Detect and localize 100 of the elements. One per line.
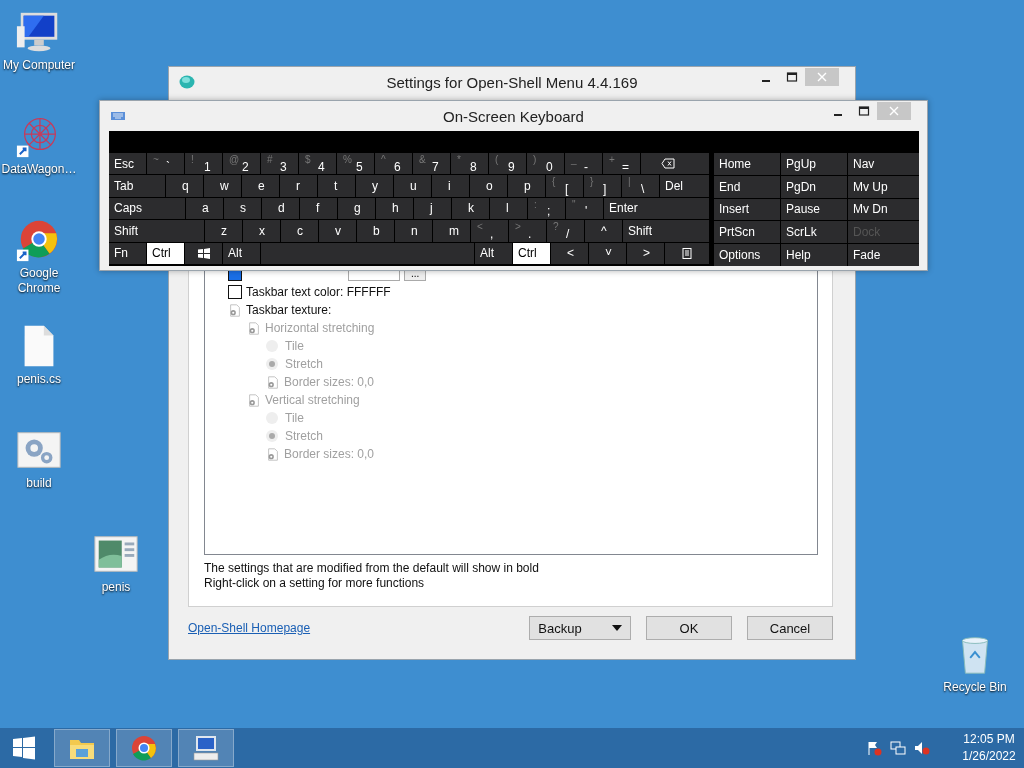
keyboard-key[interactable]: w — [204, 175, 241, 197]
keyboard-key[interactable]: s — [224, 197, 261, 220]
keyboard-key[interactable]: e — [242, 175, 279, 197]
keyboard-key[interactable]: z — [205, 220, 242, 242]
keyboard-key[interactable]: Caps — [109, 197, 185, 220]
keyboard-key[interactable]: t — [318, 175, 355, 197]
keyboard-key[interactable]: b — [357, 220, 394, 242]
keyboard-key[interactable]: Tab — [109, 175, 165, 197]
keyboard-key[interactable]: Home — [714, 153, 780, 175]
keyboard-key[interactable]: | \ — [622, 175, 659, 197]
keyboard-key[interactable]: x — [243, 220, 280, 242]
keyboard-key[interactable]: i — [432, 175, 469, 197]
keyboard-key[interactable]: $ 4 — [299, 153, 336, 175]
keyboard-key[interactable]: Options — [714, 244, 780, 266]
setting-label[interactable]: Taskbar texture: — [246, 303, 332, 317]
keyboard-key[interactable]: # 3 — [261, 153, 298, 175]
keyboard-key[interactable]: Mv Up — [848, 175, 919, 198]
keyboard-key[interactable]: @ 2 — [223, 153, 260, 175]
desktop-icon[interactable]: DataWagon… — [0, 112, 78, 177]
keyboard-key[interactable]: j — [414, 197, 451, 220]
dialog-button[interactable]: OK — [646, 616, 732, 640]
setting-label[interactable]: Taskbar text color: FFFFFF — [246, 285, 391, 299]
keyboard-key[interactable]: Del — [660, 175, 709, 197]
clock[interactable]: 12:05 PM 1/26/2022 — [954, 731, 1024, 765]
keyboard-key[interactable]: l — [490, 197, 527, 220]
keyboard-key[interactable]: Alt — [223, 242, 260, 264]
keyboard-key[interactable]: Ctrl — [147, 242, 184, 264]
keyboard-key[interactable]: ? / — [547, 220, 584, 242]
keyboard-key[interactable]: < , — [471, 220, 508, 242]
keyboard-key[interactable]: Esc — [109, 153, 146, 175]
homepage-link[interactable]: Open-Shell Homepage — [188, 621, 529, 635]
keyboard-key[interactable] — [641, 153, 709, 175]
keyboard-key[interactable]: g — [338, 197, 375, 220]
keyboard-key[interactable]: k — [452, 197, 489, 220]
keyboard-key[interactable]: Insert — [714, 198, 780, 221]
taskbar-button[interactable] — [54, 729, 110, 767]
keyboard-key[interactable]: Fn — [109, 242, 146, 264]
maximize-icon — [858, 106, 870, 116]
taskbar-button[interactable] — [178, 729, 234, 767]
keyboard-key[interactable]: p — [508, 175, 545, 197]
keyboard-key[interactable]: r — [280, 175, 317, 197]
minimize-icon — [834, 114, 842, 116]
keyboard-key[interactable]: : ; — [528, 197, 565, 220]
backspace-icon — [661, 158, 675, 170]
close-icon — [888, 106, 900, 116]
keyboard-key[interactable]: Pause — [781, 198, 847, 221]
keyboard-key[interactable]: + = — [603, 153, 640, 175]
keyboard-key[interactable] — [665, 242, 709, 264]
keyboard-key[interactable]: m — [433, 220, 470, 242]
keyboard-key[interactable]: > — [627, 242, 664, 264]
taskbar-button[interactable] — [116, 729, 172, 767]
keyboard-key[interactable]: Enter — [604, 197, 709, 220]
keyboard-key[interactable]: Ctrl — [513, 242, 550, 264]
keyboard-key[interactable]: ˅ — [589, 242, 626, 264]
keyboard-key[interactable]: < — [551, 242, 588, 264]
keyboard-key[interactable]: f — [300, 197, 337, 220]
keyboard-key[interactable]: } ] — [584, 175, 621, 197]
keyboard-key[interactable]: v — [319, 220, 356, 242]
keyboard-key[interactable]: Nav — [848, 153, 919, 175]
keyboard-key[interactable]: h — [376, 197, 413, 220]
keyboard-key[interactable]: Alt — [475, 242, 512, 264]
keyboard-key[interactable]: n — [395, 220, 432, 242]
keyboard-key[interactable]: " ' — [566, 197, 603, 220]
keyboard-key[interactable]: & 7 — [413, 153, 450, 175]
keyboard-key[interactable]: q — [166, 175, 203, 197]
keyboard-key[interactable]: d — [262, 197, 299, 220]
keyboard-key[interactable]: Fade — [848, 244, 919, 266]
keyboard-key[interactable]: End — [714, 175, 780, 198]
desktop-icon[interactable]: Recycle Bin — [936, 630, 1014, 695]
keyboard-key[interactable]: _ - — [565, 153, 602, 175]
keyboard-key[interactable]: ^ — [585, 220, 622, 242]
dialog-button[interactable]: Cancel — [747, 616, 833, 640]
keyboard-key[interactable]: ) 0 — [527, 153, 564, 175]
keyboard-key[interactable]: > . — [509, 220, 546, 242]
keyboard-key[interactable]: ScrLk — [781, 221, 847, 244]
keyboard-key[interactable]: ! 1 — [185, 153, 222, 175]
keyboard-key[interactable]: ( 9 — [489, 153, 526, 175]
keyboard-key[interactable]: Help — [781, 244, 847, 266]
keyboard-key[interactable]: Shift — [623, 220, 709, 242]
keyboard-icon — [110, 109, 126, 123]
keyboard-key[interactable]: u — [394, 175, 431, 197]
desktop-icon[interactable]: My Computer — [0, 8, 78, 73]
keyboard-key[interactable]: PgUp — [781, 153, 847, 175]
color-swatch[interactable] — [228, 285, 242, 299]
keyboard-key[interactable]: { [ — [546, 175, 583, 197]
backup-button[interactable]: Backup — [529, 616, 631, 640]
keyboard-key[interactable]: ~ ` — [147, 153, 184, 175]
keyboard-key[interactable]: PrtScn — [714, 221, 780, 244]
keyboard-key[interactable] — [185, 242, 222, 264]
keyboard-key[interactable]: y — [356, 175, 393, 197]
keyboard-key[interactable]: * 8 — [451, 153, 488, 175]
keyboard-key[interactable]: Shift — [109, 220, 204, 242]
keyboard-key[interactable]: Mv Dn — [848, 198, 919, 221]
keyboard-key[interactable]: PgDn — [781, 175, 847, 198]
keyboard-key[interactable]: a — [186, 197, 223, 220]
keyboard-key[interactable]: c — [281, 220, 318, 242]
keyboard-key[interactable]: ^ 6 — [375, 153, 412, 175]
gear-document-icon — [247, 392, 261, 408]
keyboard-key[interactable]: % 5 — [337, 153, 374, 175]
keyboard-key[interactable]: o — [470, 175, 507, 197]
